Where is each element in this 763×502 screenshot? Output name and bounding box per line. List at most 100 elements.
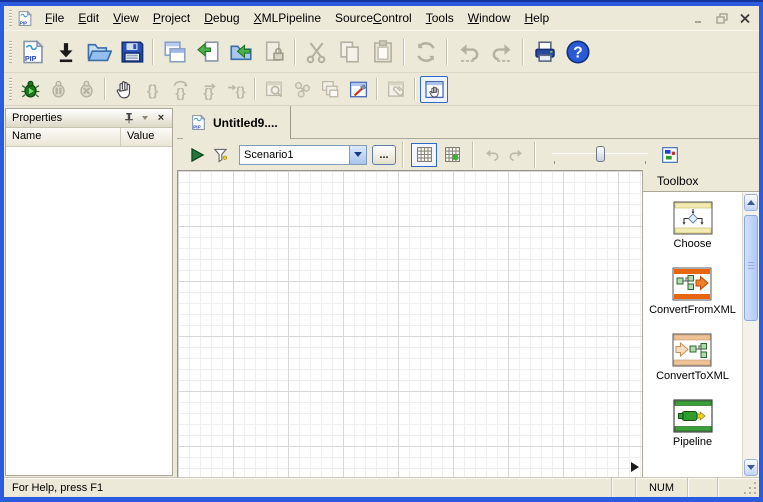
play-triangle-icon: [188, 146, 206, 164]
design-canvas[interactable]: [177, 170, 642, 477]
toolbox-item-converttoxml[interactable]: ConvertToXML: [656, 333, 729, 382]
slider-thumb[interactable]: [596, 146, 605, 162]
scenario-select[interactable]: Scenario1: [239, 145, 367, 165]
show-grid-toggle[interactable]: [411, 143, 437, 167]
redo-button: [485, 35, 518, 69]
import-down-arrow-icon: [53, 39, 79, 65]
scrollbar-track[interactable]: [743, 212, 759, 458]
combo-dropdown-button[interactable]: [349, 146, 366, 164]
column-header-name[interactable]: Name: [6, 128, 121, 147]
menu-window[interactable]: Window: [461, 9, 518, 27]
menu-debug[interactable]: Debug: [197, 9, 246, 27]
menu-tools[interactable]: Tools: [419, 9, 461, 27]
debug-tools-window-button[interactable]: [344, 76, 372, 103]
menu-help[interactable]: Help: [517, 9, 556, 27]
snap-to-grid-toggle[interactable]: [439, 143, 465, 167]
panel-close-button[interactable]: ×: [153, 111, 169, 126]
pan-tool-button[interactable]: [420, 76, 448, 103]
toolbox-item-pipeline[interactable]: Pipeline: [673, 399, 713, 448]
column-header-value[interactable]: Value: [121, 128, 172, 147]
undo-arrow-icon: [483, 146, 501, 164]
windows-layout-button: [316, 76, 344, 103]
toolbar-separator: [534, 142, 536, 168]
minimize-button[interactable]: [689, 10, 709, 26]
panel-menu-button[interactable]: [137, 111, 153, 126]
browse-scenarios-button[interactable]: ...: [372, 145, 396, 165]
toolbar-separator: [522, 39, 524, 65]
slider-tick: [645, 161, 646, 164]
app-pip-icon: PIP: [16, 10, 34, 27]
variables-window-button: [288, 76, 316, 103]
properties-list[interactable]: [6, 147, 172, 475]
pipeline-node-icon: [673, 399, 713, 433]
svg-text:{}: {}: [175, 85, 185, 100]
svg-text:PIP: PIP: [24, 54, 36, 62]
convert-from-xml-icon: [672, 267, 712, 301]
save-button[interactable]: [115, 35, 148, 69]
new-window-button[interactable]: [158, 35, 191, 69]
chevron-up-icon: [747, 200, 755, 205]
toolbox-item-label: ConvertFromXML: [649, 304, 736, 316]
toolbar-grip[interactable]: [9, 41, 12, 63]
print-button[interactable]: [528, 35, 561, 69]
add-document-button[interactable]: [191, 35, 224, 69]
start-debugging-button[interactable]: [16, 76, 44, 103]
variables-icon: [292, 79, 313, 100]
document-tabstrip: PIP Untitled9....: [177, 106, 759, 139]
toolbox-item-convertfromxml[interactable]: ConvertFromXML: [649, 267, 736, 316]
toolbar-separator: [104, 78, 106, 100]
toolbox-item-choose[interactable]: Choose: [673, 201, 713, 250]
properties-panel: Properties × Name Value: [5, 108, 173, 476]
scenario-select-value: Scenario1: [240, 149, 349, 161]
document-area: PIP Untitled9....: [177, 106, 759, 477]
toolbar-grip[interactable]: [9, 78, 12, 100]
menu-project[interactable]: Project: [146, 9, 197, 27]
menu-xmlpipeline[interactable]: XMLPipeline: [247, 9, 328, 27]
scrollbar-thumb[interactable]: [744, 215, 758, 321]
document-tab[interactable]: PIP Untitled9....: [183, 106, 291, 139]
format-options-button[interactable]: [658, 143, 682, 167]
svg-text:{}: {}: [146, 83, 158, 99]
help-button[interactable]: ?: [561, 35, 594, 69]
zoom-slider[interactable]: [552, 144, 648, 166]
new-pipeline-button[interactable]: PIP: [16, 35, 49, 69]
redo-arrow-icon: [489, 39, 515, 65]
pip-document-icon: PIP: [190, 114, 207, 131]
floppy-disk-icon: [119, 39, 145, 65]
menubar-grip[interactable]: [9, 10, 12, 26]
chevron-down-icon: [354, 152, 362, 157]
run-scenario-button[interactable]: [185, 143, 209, 167]
toolbox-scrollbar[interactable]: [742, 193, 759, 477]
resize-grip[interactable]: [741, 478, 759, 497]
cascade-windows-icon: [162, 39, 188, 65]
menu-file[interactable]: File: [38, 9, 71, 27]
menu-view[interactable]: View: [106, 9, 146, 27]
properties-title: Properties: [12, 112, 121, 124]
pin-button[interactable]: [121, 111, 137, 126]
open-project-document-button[interactable]: [224, 35, 257, 69]
restore-button[interactable]: [712, 10, 732, 26]
canvas-scroll-right-arrow[interactable]: [631, 462, 639, 472]
break-all-button[interactable]: [110, 76, 138, 103]
toolbar-separator: [294, 39, 296, 65]
menu-edit[interactable]: Edit: [71, 9, 106, 27]
scroll-up-button[interactable]: [744, 194, 758, 211]
copy-button: [333, 35, 366, 69]
copy-pages-icon: [337, 39, 363, 65]
paste-button: [366, 35, 399, 69]
close-button[interactable]: [735, 10, 755, 26]
bug-play-icon: [20, 79, 41, 100]
import-button[interactable]: [49, 35, 82, 69]
clipboard-icon: [370, 39, 396, 65]
braces-icon: {}: [142, 79, 163, 100]
slider-tick: [554, 161, 555, 164]
open-button[interactable]: [82, 35, 115, 69]
grid-green-square-icon: [444, 146, 461, 163]
refresh-button: [409, 35, 442, 69]
scroll-down-button[interactable]: [744, 459, 758, 476]
scenario-properties-button[interactable]: [209, 143, 233, 167]
step-into-button: {}: [138, 76, 166, 103]
menu-sourcecontrol[interactable]: SourceControl: [328, 9, 419, 27]
window-tools-icon: [348, 79, 369, 100]
toolbar-separator: [402, 142, 404, 168]
